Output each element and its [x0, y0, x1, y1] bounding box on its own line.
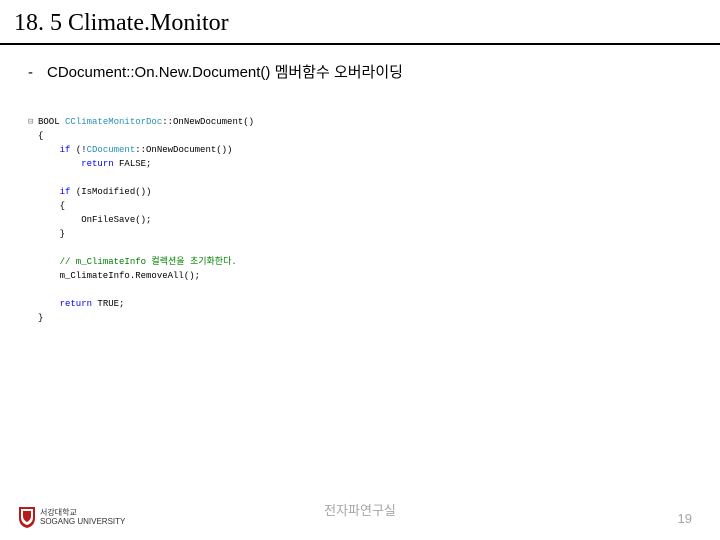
page-number: 19 — [678, 511, 692, 526]
bullet-item: - CDocument::On.New.Document() 멤버함수 오버라이… — [0, 63, 720, 83]
code-block: ⊟BOOL CClimateMonitorDoc::OnNewDocument(… — [28, 101, 720, 325]
slide-title: 18. 5 Climate.Monitor — [0, 0, 720, 45]
footer-center-text: 전자파연구실 — [0, 500, 720, 519]
footer: 서강대학교 SOGANG UNIVERSITY 전자파연구실 19 — [0, 500, 720, 528]
bullet-dash: - — [28, 63, 33, 83]
bullet-text: CDocument::On.New.Document() 멤버함수 오버라이딩 — [47, 63, 403, 83]
